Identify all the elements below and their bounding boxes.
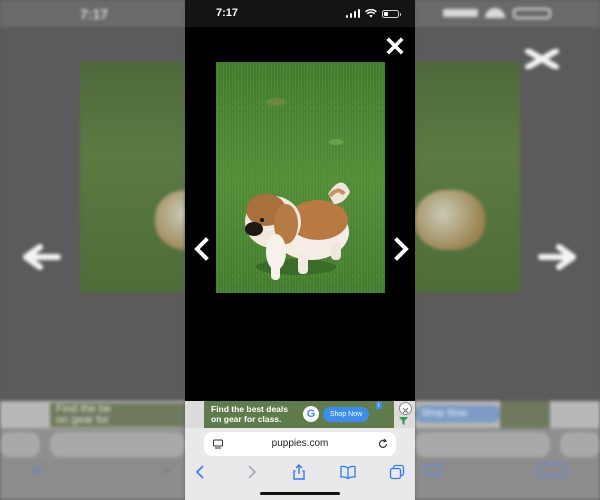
blur-toolbar: < >	[0, 460, 185, 500]
blur-pill	[415, 432, 550, 457]
url-field[interactable]: puppies.com	[204, 432, 396, 456]
blur-bookmarks-icon	[425, 464, 441, 476]
blur-ad-line2: on gear for	[56, 414, 110, 426]
blur-pill	[0, 432, 40, 457]
blur-photo	[415, 62, 520, 292]
blur-ad-close	[500, 401, 550, 428]
close-x-icon	[386, 37, 404, 55]
blur-wifi-icon	[485, 8, 505, 18]
google-logo-icon: G	[303, 406, 319, 422]
blur-toolbar	[415, 460, 600, 500]
puppy-photo	[216, 62, 385, 293]
background-right-blur: Shop Now	[415, 0, 600, 500]
blur-back-icon: <	[32, 460, 43, 480]
blur-status-bar: 7:17	[0, 0, 185, 27]
blur-photo	[80, 62, 185, 292]
blur-signal-icon	[443, 9, 478, 17]
url-domain: puppies.com	[271, 438, 329, 449]
blur-ad-text: Find the be on gear for	[50, 403, 185, 427]
share-icon[interactable]	[290, 463, 308, 481]
blur-status-bar	[415, 0, 600, 27]
background-left-blur: 7:17 Find the be on gear for < >	[0, 0, 185, 500]
blur-pill	[50, 432, 185, 457]
close-gallery-button[interactable]	[385, 36, 405, 56]
status-bar: 7:17	[185, 0, 415, 27]
blur-time: 7:17	[80, 6, 109, 22]
puppy-image	[216, 62, 385, 293]
blur-chevron-right-icon	[537, 237, 577, 280]
ad-info-icon[interactable]: i	[376, 402, 382, 409]
blur-chevron-left-icon	[22, 237, 62, 280]
battery-icon	[382, 9, 401, 18]
forward-icon[interactable]	[242, 463, 260, 481]
blur-shop-now: Shop Now	[415, 405, 500, 423]
next-photo-button[interactable]	[391, 237, 411, 261]
blur-battery-icon	[513, 8, 551, 19]
ad-banner: Find the best deals on gear for class. G…	[185, 401, 415, 428]
status-icons	[345, 9, 401, 18]
ad-line-1: Find the best deals	[211, 404, 288, 414]
back-icon[interactable]	[192, 463, 210, 481]
ad-line-2: on gear for class.	[211, 414, 282, 424]
chevron-right-icon	[394, 237, 409, 261]
blur-forward-icon: >	[160, 460, 171, 480]
browser-toolbar	[185, 460, 415, 500]
close-x-icon	[402, 407, 409, 414]
ad-close-button[interactable]	[399, 402, 412, 415]
ad-creative[interactable]: Find the best deals on gear for class. G…	[204, 401, 412, 428]
tabs-icon[interactable]	[388, 463, 406, 481]
blur-tabs-icon	[537, 463, 567, 477]
bookmarks-icon[interactable]	[339, 463, 357, 481]
wifi-icon	[365, 9, 377, 18]
blur-close-icon	[520, 36, 564, 79]
signal-icon	[345, 9, 360, 18]
shop-now-button[interactable]: Shop Now	[323, 407, 369, 422]
phone-screen: 7:17 Find the best deals on gear for cla…	[185, 0, 415, 500]
blur-pill	[560, 432, 600, 457]
ad-headline: Find the best deals on gear for class.	[211, 404, 288, 424]
home-indicator[interactable]	[260, 492, 340, 495]
address-bar: puppies.com	[185, 428, 415, 460]
status-time: 7:17	[216, 7, 239, 19]
previous-photo-button[interactable]	[192, 237, 212, 261]
blur-dog	[415, 190, 485, 250]
reload-icon[interactable]	[377, 438, 389, 450]
ad-choices-icon[interactable]	[399, 416, 408, 427]
chevron-left-icon	[194, 237, 209, 261]
